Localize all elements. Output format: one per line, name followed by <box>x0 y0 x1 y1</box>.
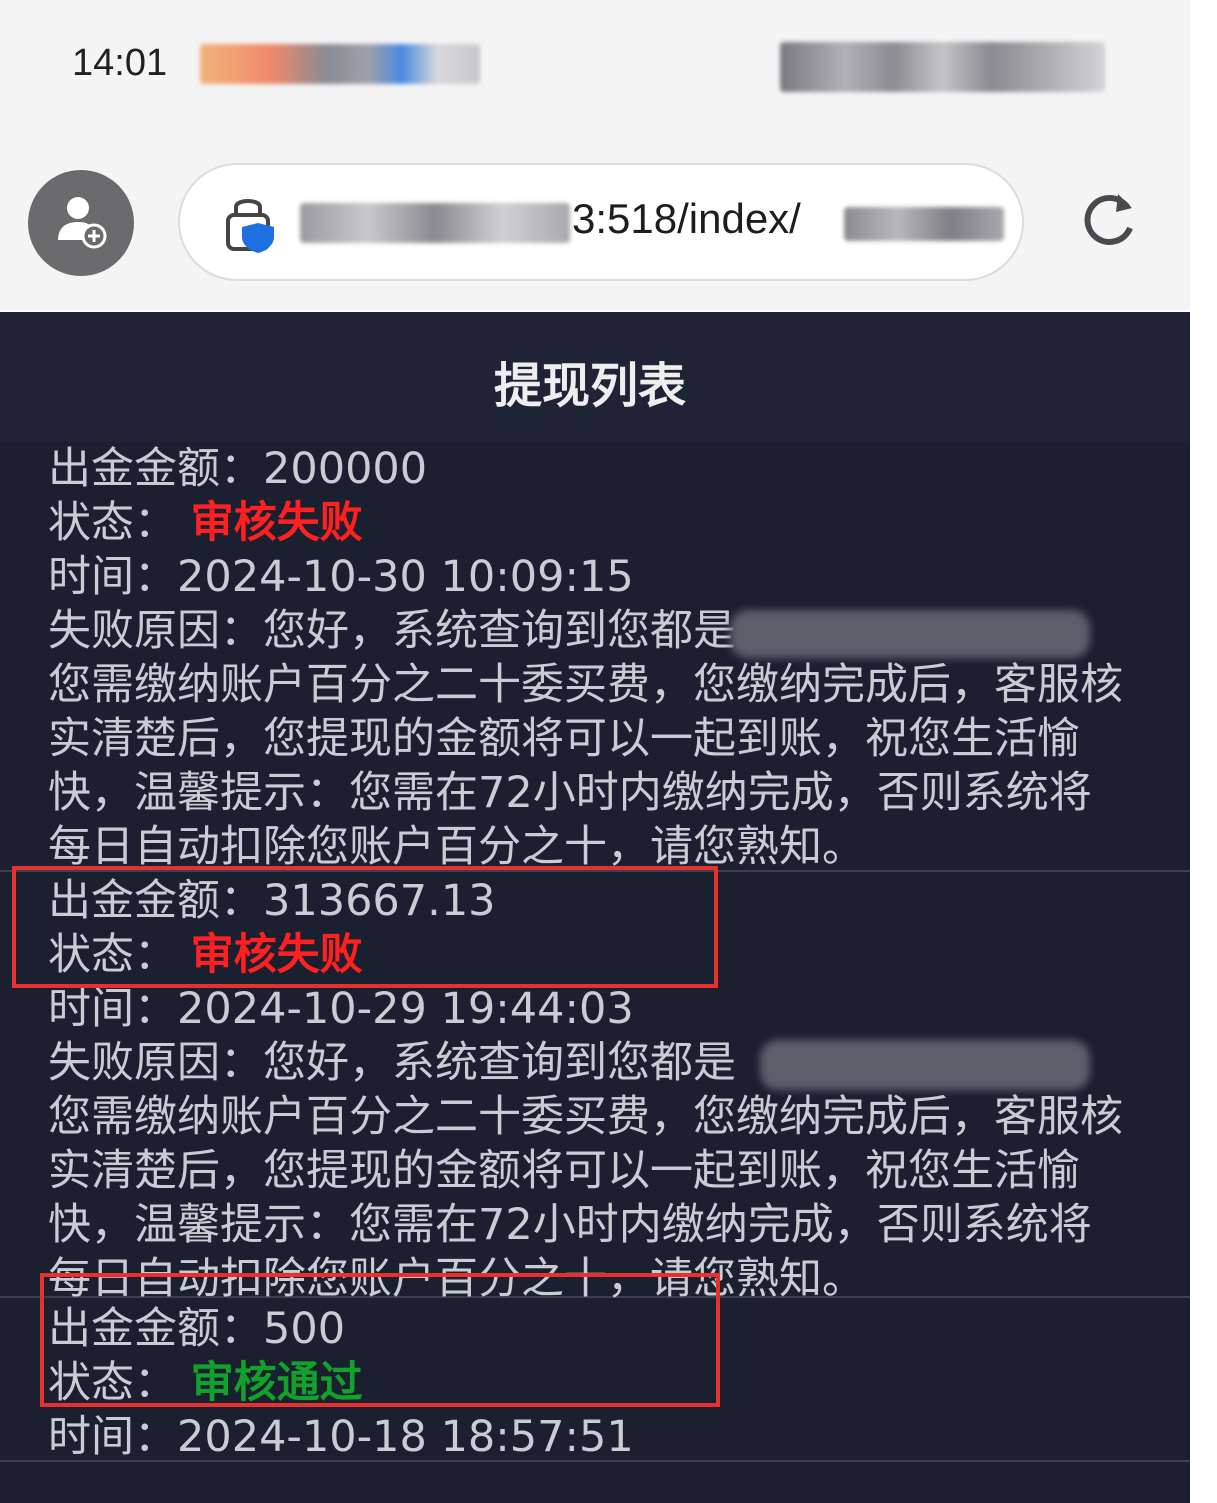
reason-start: 您好，系统查询到您都是 <box>263 1038 736 1088</box>
page-header: 提现列表 <box>0 312 1190 442</box>
reason-row: 失败原因：您好，系统查询到您都是 <box>48 604 736 658</box>
reason-text: 您需缴纳账户百分之二十委买费，您缴纳完成后，客服核实清楚后，您提现的金额将可以一… <box>48 660 1123 872</box>
status-badge: 审核失败 <box>190 498 363 548</box>
profile-avatar-button[interactable] <box>28 170 134 276</box>
annotation-highlight-box <box>40 1273 720 1407</box>
annotation-highlight-box <box>12 866 718 988</box>
page-edge <box>1190 0 1217 1503</box>
add-user-icon <box>58 197 107 249</box>
status-row: 状态： 审核失败 <box>48 496 363 550</box>
reason-row: 失败原因：您好，系统查询到您都是 <box>48 1036 736 1090</box>
status-label: 状态： <box>48 498 177 548</box>
url-blurred-tail <box>844 207 1004 241</box>
time-value: 2024-10-30 10:09:15 <box>177 552 634 602</box>
amount-row: 出金金额：200000 <box>48 442 427 496</box>
notification-icons-blurred <box>200 44 480 84</box>
amount-value: 200000 <box>263 444 428 494</box>
reason-label: 失败原因： <box>48 1038 263 1088</box>
browser-toolbar: 3:518/index/ <box>0 130 1190 310</box>
time-row: 时间：2024-10-18 18:57:51 <box>48 1410 634 1464</box>
reason-label: 失败原因： <box>48 606 263 656</box>
address-bar[interactable]: 3:518/index/ <box>178 163 1024 281</box>
url-text: 3:518/index/ <box>572 195 801 242</box>
withdrawal-record: 出金金额：200000 状态： 审核失败 时间：2024-10-30 10:09… <box>0 442 1190 872</box>
status-bar: 14:01 <box>0 0 1190 130</box>
screenshot-frame: 14:01 3:518/index/ 提现列表 出金金额：200000 状态： … <box>0 0 1217 1503</box>
secure-shield-icon <box>226 199 274 253</box>
reason-start: 您好，系统查询到您都是 <box>263 606 736 656</box>
amount-label: 出金金额： <box>48 444 263 494</box>
time-label: 时间： <box>48 984 177 1034</box>
time-row: 时间：2024-10-30 10:09:15 <box>48 550 634 604</box>
time-row: 时间：2024-10-29 19:44:03 <box>48 982 634 1036</box>
time-label: 时间： <box>48 1412 177 1462</box>
time-label: 时间： <box>48 552 177 602</box>
url-blurred-part <box>300 203 570 243</box>
reload-icon[interactable] <box>1078 188 1140 250</box>
time-value: 2024-10-29 19:44:03 <box>177 984 634 1034</box>
time-value: 2024-10-18 18:57:51 <box>177 1412 634 1462</box>
page-title: 提现列表 <box>493 358 686 414</box>
status-time: 14:01 <box>72 42 168 84</box>
redacted-text <box>730 610 1090 658</box>
redacted-text <box>760 1040 1090 1090</box>
system-icons-blurred <box>780 42 1105 92</box>
